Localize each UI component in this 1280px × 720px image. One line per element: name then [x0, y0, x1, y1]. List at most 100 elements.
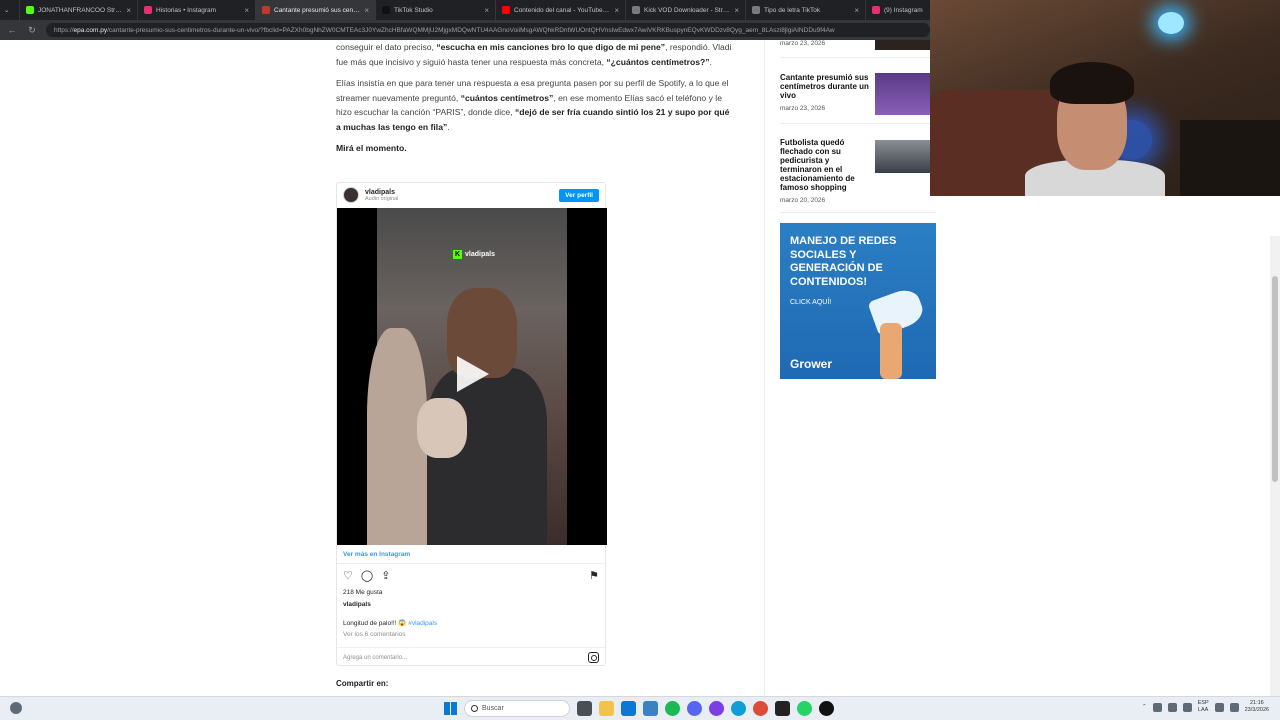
ad-hand-illustration — [880, 323, 902, 379]
likes-count[interactable]: 218 Me gusta — [343, 589, 382, 596]
wifi-icon[interactable] — [1214, 702, 1224, 712]
spotify-icon[interactable] — [665, 701, 680, 716]
language-indicator[interactable]: ESP LAA — [1198, 700, 1209, 714]
favicon-icon — [26, 6, 34, 14]
quote-bold: “cuántos centímetros” — [460, 92, 554, 103]
tab-label: Contenido del canal - YouTube St — [514, 6, 611, 14]
view-comments-link[interactable]: Ver los 6 comentarios — [343, 631, 406, 638]
browser-tab[interactable]: Kick VOD Downloader - Streams o × — [626, 0, 746, 20]
ad-banner[interactable]: MANEJO DE REDES SOCIALES Y GENERACIÓN DE… — [780, 223, 936, 379]
see-more-link[interactable]: Ver más en Instagram — [343, 551, 410, 558]
task-view-icon[interactable] — [577, 701, 592, 716]
avatar[interactable] — [343, 187, 359, 203]
widgets-icon[interactable] — [10, 702, 22, 714]
tab-list-button[interactable]: ⌄ — [0, 0, 20, 20]
article-body: conseguir el dato preciso, “escucha en m… — [336, 40, 736, 163]
article-paragraph: conseguir el dato preciso, “escucha en m… — [336, 40, 736, 69]
clock[interactable]: 21:16 23/3/2026 — [1245, 700, 1269, 714]
favicon-icon — [632, 6, 640, 14]
close-icon[interactable]: × — [734, 6, 739, 15]
scrollbar[interactable] — [1270, 236, 1280, 696]
browser-tab[interactable]: TikTok Studio × — [376, 0, 496, 20]
url-field[interactable]: https://epa.com.py/cantante-presumio-sus… — [46, 23, 930, 37]
caption: Longitud de palo!!! 😱 #vladipals — [343, 619, 437, 627]
comment-icon[interactable]: ◯ — [361, 569, 373, 582]
news-title[interactable]: Cantante presumió sus centímetros durant… — [780, 73, 870, 100]
scrollbar-thumb[interactable] — [1272, 276, 1278, 482]
news-thumbnail[interactable] — [875, 40, 931, 50]
chevron-up-icon[interactable]: ⌃ — [1142, 704, 1147, 710]
instagram-embed: vladipals Audio original Ver perfil Kvla… — [336, 182, 607, 667]
video-player[interactable]: Kvladipals — [337, 208, 607, 545]
reload-button[interactable]: ↻ — [26, 25, 38, 36]
close-icon[interactable]: × — [614, 6, 619, 15]
whatsapp-icon[interactable] — [797, 701, 812, 716]
browser-tab[interactable]: Tipo de letra TikTok × — [746, 0, 866, 20]
instagram-username[interactable]: vladipals — [365, 189, 398, 196]
instagram-logo-icon[interactable] — [588, 652, 599, 663]
divider — [780, 123, 936, 124]
play-icon[interactable] — [457, 356, 489, 392]
caption-username[interactable]: vladipals — [343, 601, 371, 608]
close-icon[interactable]: × — [244, 6, 249, 15]
search-icon — [471, 705, 478, 712]
tab-label: TikTok Studio — [394, 6, 433, 14]
sidebar-news-item[interactable]: Futbolista quedó flechado con su pedicur… — [780, 138, 936, 213]
bookmark-icon[interactable]: ⚑ — [589, 569, 599, 582]
capcut-icon[interactable] — [775, 701, 790, 716]
close-icon[interactable]: × — [854, 6, 859, 15]
browser-tab[interactable]: (9) Instagram — [866, 0, 936, 20]
heart-icon[interactable]: ♡ — [343, 569, 353, 582]
news-title[interactable]: Futbolista quedó flechado con su pedicur… — [780, 138, 870, 192]
tray-icon[interactable] — [1167, 702, 1177, 712]
webcam-overlay — [930, 0, 1280, 196]
watch-moment-label: Mirá el momento. — [336, 143, 407, 153]
news-thumbnail[interactable] — [875, 73, 931, 115]
instagram-header: vladipals Audio original Ver perfil — [337, 183, 605, 207]
lang-code: ESP — [1197, 700, 1209, 706]
webcam-lamp — [1158, 12, 1184, 34]
taskbar-search[interactable]: Buscar — [464, 700, 570, 717]
close-icon[interactable]: × — [364, 6, 369, 15]
chrome-icon[interactable] — [753, 701, 768, 716]
file-explorer-icon[interactable] — [599, 701, 614, 716]
share-icon[interactable]: ⇪ — [381, 569, 390, 582]
volume-icon[interactable] — [1229, 702, 1239, 712]
column-divider — [764, 40, 765, 696]
sidebar-news-item[interactable]: Cantante presumió sus centímetros durant… — [780, 73, 936, 124]
store-icon[interactable] — [621, 701, 636, 716]
article-paragraph: Elías insistía en que para tener una res… — [336, 76, 736, 134]
ad-brand-logo: Grower — [790, 357, 833, 371]
view-profile-button[interactable]: Ver perfil — [559, 188, 599, 202]
edge-icon[interactable] — [731, 701, 746, 716]
favicon-icon — [144, 6, 152, 14]
app-icon[interactable] — [819, 701, 834, 716]
tray-icon[interactable] — [1152, 702, 1162, 712]
browser-tab[interactable]: Historias • Instagram × — [138, 0, 256, 20]
sidebar-news-item[interactable]: marzo 23, 2026 — [780, 40, 936, 58]
system-tray: ⌃ ESP LAA 21:16 23/3/2026 — [1142, 700, 1269, 714]
url-prefix: https:// — [54, 26, 74, 34]
news-thumbnail[interactable] — [875, 140, 931, 173]
quote-bold: “escucha en mis canciones bro lo que dig… — [436, 42, 666, 52]
close-icon[interactable]: × — [126, 6, 131, 15]
browser-tab[interactable]: JONATHANFRANCOO Stream - W× — [20, 0, 138, 20]
browser-tab[interactable]: Contenido del canal - YouTube St × — [496, 0, 626, 20]
browser-tab[interactable]: Cantante presumió sus centímetros × — [256, 0, 376, 20]
start-button[interactable] — [444, 702, 457, 715]
back-button[interactable]: ← — [6, 25, 18, 35]
tray-icon[interactable] — [1182, 702, 1192, 712]
favicon-icon — [382, 6, 390, 14]
discord-icon[interactable] — [687, 701, 702, 716]
audio-label: Audio original — [365, 195, 399, 202]
kick-watermark: Kvladipals — [453, 250, 495, 259]
close-icon[interactable]: × — [484, 6, 489, 15]
tab-label: (9) Instagram — [884, 6, 923, 14]
app-icon[interactable] — [643, 701, 658, 716]
obs-icon[interactable] — [709, 701, 724, 716]
watermark-label: vladipals — [465, 251, 495, 258]
hashtag-link[interactable]: #vladipals — [408, 620, 437, 627]
tab-label: JONATHANFRANCOO Stream - W — [38, 6, 123, 14]
search-placeholder: Buscar — [482, 705, 504, 712]
comment-input[interactable]: Agrega un comentario... — [337, 647, 605, 667]
